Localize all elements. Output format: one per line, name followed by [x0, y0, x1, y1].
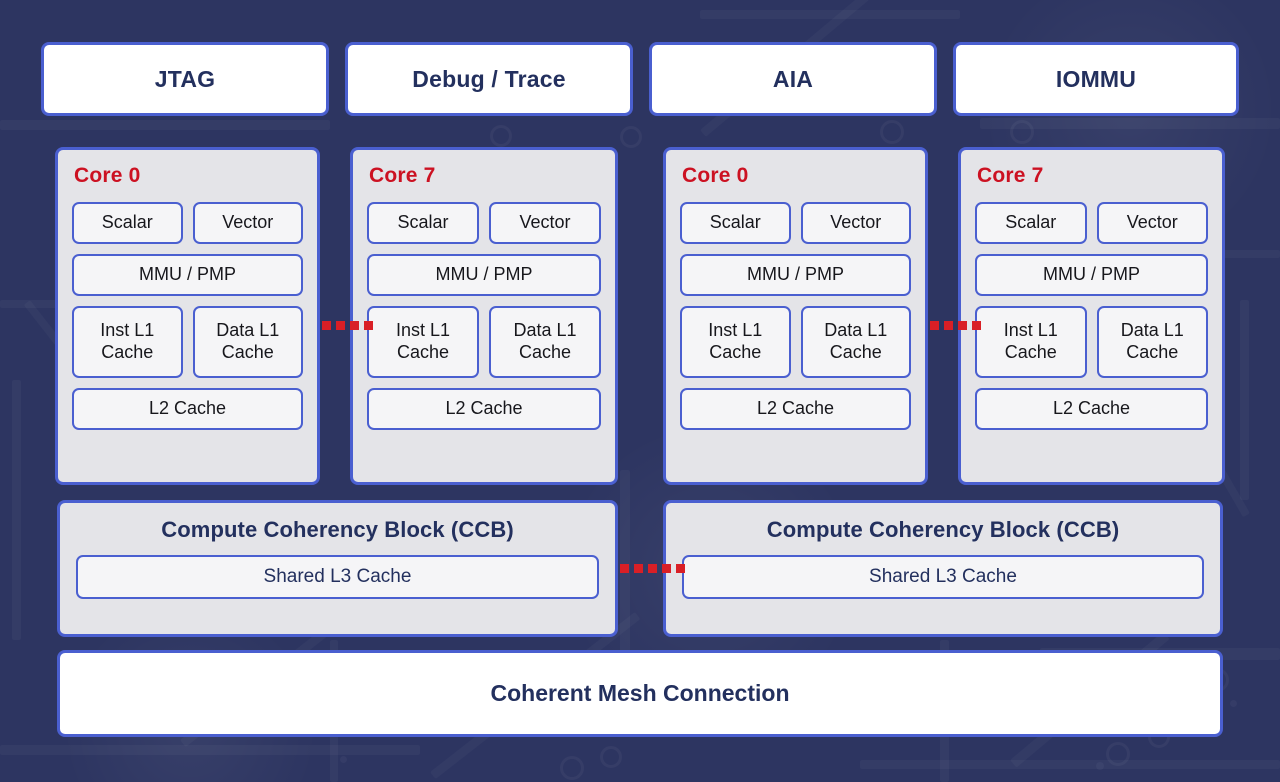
- unit-vector[interactable]: Vector: [192, 202, 303, 244]
- unit-data-l1-cache[interactable]: Data L1 Cache: [800, 306, 911, 378]
- core-l2-row: L2 Cache: [72, 388, 303, 430]
- unit-l2-cache[interactable]: L2 Cache: [975, 388, 1208, 430]
- core-interconnect-dashes-right: [930, 321, 981, 330]
- core-panel-1[interactable]: Core 0 Scalar Vector MMU / PMP Inst L1 C…: [55, 147, 320, 485]
- dash-segment: [972, 321, 981, 330]
- core-mmu-row: MMU / PMP: [680, 254, 911, 296]
- data-l1-line1: Data L1: [1120, 320, 1184, 341]
- header-box-jtag[interactable]: JTAG: [41, 42, 329, 116]
- header-box-iommu[interactable]: IOMMU: [953, 42, 1239, 116]
- data-l1-line1: Data L1: [824, 320, 888, 341]
- core-mmu-row: MMU / PMP: [72, 254, 303, 296]
- core-l2-row: L2 Cache: [680, 388, 911, 430]
- dash-segment: [350, 321, 359, 330]
- data-l1-line1: Data L1: [513, 320, 577, 341]
- core-mmu-row: MMU / PMP: [975, 254, 1208, 296]
- unit-scalar[interactable]: Scalar: [680, 202, 791, 244]
- header-box-debug-trace[interactable]: Debug / Trace: [345, 42, 633, 116]
- core-title: Core 7: [369, 164, 436, 187]
- ccb-title: Compute Coherency Block (CCB): [161, 517, 514, 542]
- inst-l1-line1: Inst L1: [708, 320, 763, 341]
- ccb-title: Compute Coherency Block (CCB): [766, 517, 1120, 542]
- mesh-label: Coherent Mesh Connection: [490, 680, 790, 706]
- shared-l3-cache[interactable]: Shared L3 Cache: [76, 555, 599, 599]
- dash-segment: [930, 321, 939, 330]
- dash-segment: [322, 321, 331, 330]
- header-label: Debug / Trace: [412, 65, 566, 92]
- data-l1-line2: Cache: [1126, 342, 1179, 362]
- unit-mmu-pmp[interactable]: MMU / PMP: [367, 254, 601, 296]
- unit-vector[interactable]: Vector: [800, 202, 911, 244]
- dash-segment: [620, 564, 629, 573]
- unit-scalar[interactable]: Scalar: [367, 202, 479, 244]
- core-exec-units-row: Scalar Vector: [680, 202, 911, 244]
- header-label: JTAG: [154, 65, 216, 92]
- unit-data-l1-cache[interactable]: Data L1 Cache: [192, 306, 303, 378]
- core-l1-row: Inst L1 Cache Data L1 Cache: [367, 306, 601, 378]
- unit-data-l1-cache[interactable]: Data L1 Cache: [1096, 306, 1208, 378]
- ccb-block-left[interactable]: Compute Coherency Block (CCB) Shared L3 …: [57, 500, 618, 637]
- ccb-block-right[interactable]: Compute Coherency Block (CCB) Shared L3 …: [663, 500, 1223, 637]
- dash-segment: [648, 564, 657, 573]
- data-l1-line2: Cache: [221, 342, 274, 362]
- unit-data-l1-cache[interactable]: Data L1 Cache: [489, 306, 601, 378]
- header-label: IOMMU: [1055, 65, 1137, 92]
- unit-l2-cache[interactable]: L2 Cache: [680, 388, 911, 430]
- core-l1-row: Inst L1 Cache Data L1 Cache: [975, 306, 1208, 378]
- header-label: AIA: [772, 65, 814, 92]
- soc-architecture-diagram: JTAG Debug / Trace AIA IOMMU Core 0 Scal…: [0, 0, 1280, 782]
- core-panel-3[interactable]: Core 0 Scalar Vector MMU / PMP Inst L1 C…: [663, 147, 928, 485]
- dash-segment: [634, 564, 643, 573]
- dash-segment: [662, 564, 671, 573]
- dash-segment: [336, 321, 345, 330]
- dash-segment: [676, 564, 685, 573]
- core-title: Core 0: [74, 164, 141, 187]
- header-box-aia[interactable]: AIA: [649, 42, 937, 116]
- inst-l1-line1: Inst L1: [1003, 320, 1058, 341]
- ccb-interconnect-dashes: [620, 564, 685, 573]
- unit-scalar[interactable]: Scalar: [975, 202, 1087, 244]
- dash-segment: [364, 321, 373, 330]
- unit-mmu-pmp[interactable]: MMU / PMP: [680, 254, 911, 296]
- unit-l2-cache[interactable]: L2 Cache: [72, 388, 303, 430]
- shared-l3-cache[interactable]: Shared L3 Cache: [682, 555, 1204, 599]
- core-l1-row: Inst L1 Cache Data L1 Cache: [72, 306, 303, 378]
- core-panel-2[interactable]: Core 7 Scalar Vector MMU / PMP Inst L1 C…: [350, 147, 618, 485]
- dash-segment: [944, 321, 953, 330]
- core-exec-units-row: Scalar Vector: [367, 202, 601, 244]
- core-panel-4[interactable]: Core 7 Scalar Vector MMU / PMP Inst L1 C…: [958, 147, 1225, 485]
- inst-l1-line1: Inst L1: [395, 320, 451, 341]
- core-exec-units-row: Scalar Vector: [975, 202, 1208, 244]
- unit-mmu-pmp[interactable]: MMU / PMP: [975, 254, 1208, 296]
- core-interconnect-dashes-left: [322, 321, 373, 330]
- dash-segment: [958, 321, 967, 330]
- unit-mmu-pmp[interactable]: MMU / PMP: [72, 254, 303, 296]
- inst-l1-line2: Cache: [1004, 342, 1057, 362]
- unit-inst-l1-cache[interactable]: Inst L1 Cache: [72, 306, 183, 378]
- inst-l1-line2: Cache: [101, 342, 154, 362]
- data-l1-line1: Data L1: [216, 320, 280, 341]
- unit-scalar[interactable]: Scalar: [72, 202, 183, 244]
- unit-inst-l1-cache[interactable]: Inst L1 Cache: [367, 306, 479, 378]
- inst-l1-line1: Inst L1: [100, 320, 155, 341]
- core-title: Core 0: [682, 164, 749, 187]
- core-l2-row: L2 Cache: [975, 388, 1208, 430]
- unit-vector[interactable]: Vector: [1096, 202, 1208, 244]
- core-l2-row: L2 Cache: [367, 388, 601, 430]
- unit-inst-l1-cache[interactable]: Inst L1 Cache: [680, 306, 791, 378]
- data-l1-line2: Cache: [829, 342, 882, 362]
- inst-l1-line2: Cache: [709, 342, 762, 362]
- core-exec-units-row: Scalar Vector: [72, 202, 303, 244]
- unit-vector[interactable]: Vector: [489, 202, 601, 244]
- inst-l1-line2: Cache: [396, 342, 449, 362]
- data-l1-line2: Cache: [518, 342, 571, 362]
- core-l1-row: Inst L1 Cache Data L1 Cache: [680, 306, 911, 378]
- core-title: Core 7: [977, 164, 1044, 187]
- coherent-mesh-connection-bar[interactable]: Coherent Mesh Connection: [57, 650, 1223, 737]
- unit-l2-cache[interactable]: L2 Cache: [367, 388, 601, 430]
- core-mmu-row: MMU / PMP: [367, 254, 601, 296]
- unit-inst-l1-cache[interactable]: Inst L1 Cache: [975, 306, 1087, 378]
